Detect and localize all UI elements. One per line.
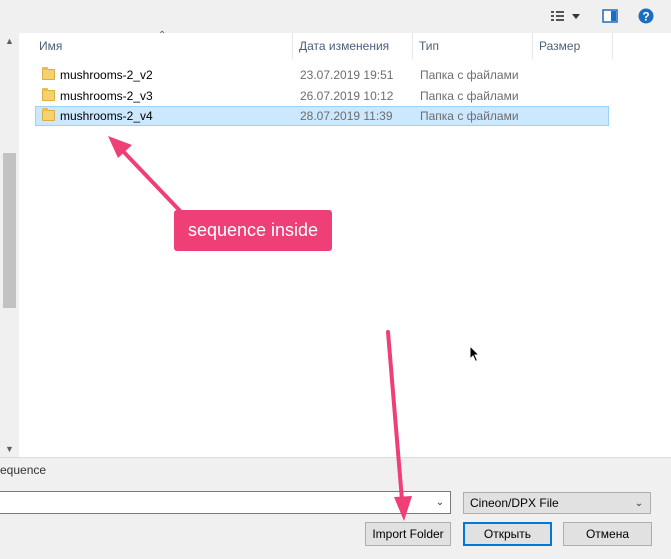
folder-icon [42,88,55,101]
scroll-down-icon[interactable]: ▼ [0,441,19,457]
file-name: mushrooms-2_v4 [60,109,153,123]
scrollbar-thumb[interactable] [3,153,16,308]
column-date-label: Дата изменения [299,39,390,53]
file-list[interactable]: ▲ ▼ ⌃ Имя Дата изменения Тип Размер mush… [0,30,671,458]
file-date: 26.07.2019 10:12 [300,89,394,103]
toolbar: ? [0,0,671,33]
column-header-name[interactable]: Имя [33,33,293,59]
folder-icon [42,67,55,80]
dialog-footer: equence ⌄ Cineon/DPX File ⌄ Import Folde… [0,458,671,559]
help-button[interactable]: ? [634,6,658,26]
file-date: 28.07.2019 11:39 [300,109,393,123]
file-type-label: equence [0,463,47,477]
folder-icon [42,108,55,121]
file-date: 23.07.2019 19:51 [300,68,394,82]
file-name: mushrooms-2_v2 [60,68,153,82]
file-row[interactable]: mushrooms-2_v3 26.07.2019 10:12 Папка с … [35,86,609,106]
file-row-selected[interactable]: mushrooms-2_v4 28.07.2019 11:39 Папка с … [35,106,609,126]
svg-text:?: ? [642,10,649,24]
scroll-up-icon[interactable]: ▲ [0,33,19,49]
chevron-down-icon[interactable]: ⌄ [430,492,450,513]
mouse-cursor-icon [469,345,481,363]
open-button[interactable]: Открыть [463,522,552,546]
preview-pane-button[interactable] [598,6,622,26]
file-name: mushrooms-2_v3 [60,89,153,103]
cancel-button[interactable]: Отмена [563,522,652,546]
file-type-filter-value: Cineon/DPX File [470,496,559,510]
view-options-button[interactable] [542,6,586,26]
vertical-scrollbar[interactable]: ▲ ▼ [0,33,19,457]
column-size-label: Размер [539,39,581,53]
file-type-filter[interactable]: Cineon/DPX File ⌄ [463,492,651,514]
file-type: Папка с файлами [420,68,519,82]
filename-combobox[interactable]: ⌄ [0,491,451,514]
file-type: Папка с файлами [420,89,519,103]
view-details-icon [551,11,580,21]
preview-pane-icon [602,9,618,23]
import-folder-button[interactable]: Import Folder [365,522,451,546]
file-row[interactable]: mushrooms-2_v2 23.07.2019 19:51 Папка с … [35,65,609,85]
column-type-label: Тип [419,39,440,53]
column-header-date[interactable]: Дата изменения [293,33,413,59]
help-icon: ? [638,8,654,24]
column-header-type[interactable]: Тип [413,33,533,59]
annotation-callout: sequence inside [174,210,332,251]
column-name-label: Имя [39,39,63,53]
column-header-size[interactable]: Размер [533,33,613,59]
chevron-down-icon: ⌄ [634,497,644,509]
file-type: Папка с файлами [420,109,519,123]
